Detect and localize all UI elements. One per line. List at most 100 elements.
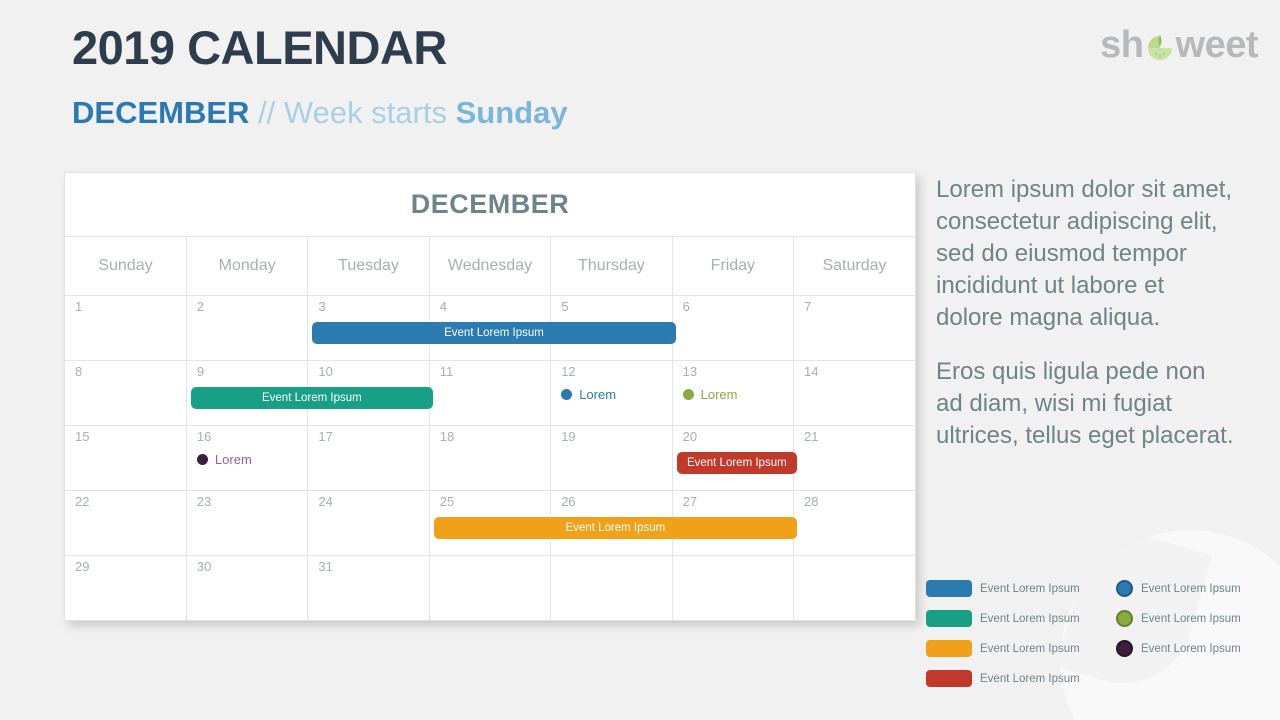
page-title: 2019 CALENDAR [72,21,447,74]
legend-label: Event Lorem Ipsum [980,582,1080,595]
legend-item-bar[interactable]: Event Lorem Ipsum [926,578,1102,599]
legend-item-bar[interactable]: Event Lorem Ipsum [926,608,1102,629]
day-number: 15 [75,428,90,444]
weekday-header-tuesday: Tuesday [307,237,430,296]
calendar-day-cell-31[interactable]: 31 [307,554,430,620]
calendar-day-cell-1[interactable]: 1 [65,294,187,360]
day-number: 14 [804,363,819,379]
calendar-day-cell-12[interactable]: 12 Lorem [550,359,673,425]
weekday-header-saturday: Saturday [793,237,915,296]
calendar-day-cell-18[interactable]: 18 [428,424,551,490]
day-number: 8 [75,363,83,379]
event-dot-label: Lorem [579,386,617,402]
event-bar-container: Event Lorem Ipsum [676,451,798,474]
calendar-day-cell-26[interactable]: 26 [550,489,673,555]
day-number: 11 [439,363,454,379]
day-number: 28 [804,493,819,509]
calendar-day-cell-19[interactable]: 19 [550,424,673,490]
calendar-day-cell-20[interactable]: 20 Event Lorem Ipsum [671,424,798,490]
calendar-day-cell-27[interactable]: 27 [671,489,794,555]
day-number: 30 [196,558,212,574]
calendar-day-cell-21[interactable]: 21 [793,424,915,490]
calendar-day-cell-empty [428,554,551,620]
subtitle-start-day: Sunday [455,95,568,130]
legend-bar-swatch-icon [926,580,972,597]
calendar-day-cell-empty [550,554,673,620]
legend-bar-swatch-icon [926,670,972,687]
legend-dot-swatch-icon [1116,640,1133,657]
day-number: 29 [75,558,90,574]
day-number: 22 [75,493,90,509]
calendar-day-cell-9[interactable]: 9 Event Lorem Ipsum [185,359,433,425]
calendar-week-row: 1 2 3 Event Lorem Ipsum 4 5 6 7 [65,294,915,360]
calendar-day-cell-23[interactable]: 23 [185,489,308,555]
legend: Event Lorem Ipsum Event Lorem Ipsum Event … [926,578,1266,689]
day-number: 18 [439,428,455,444]
day-number: 20 [682,428,698,444]
day-number: 1 [75,298,83,314]
legend-item-dot[interactable]: Event Lorem Ipsum [1116,578,1266,599]
event-dot-label: Lorem [700,386,738,402]
calendar-week-row: 29 30 31 [65,554,915,620]
brand-text-suffix: weet [1175,24,1259,66]
calendar-day-cell-22[interactable]: 22 [65,489,187,555]
calendar-day-cell-29[interactable]: 29 [65,554,187,620]
event-dot-container[interactable]: Lorem [561,387,616,402]
calendar-day-cell-6[interactable]: 6 [671,294,794,360]
calendar-day-cell-7[interactable]: 7 [793,294,915,360]
legend-item-bar[interactable]: Event Lorem Ipsum [926,638,1102,659]
calendar-week-row: 8 9 Event Lorem Ipsum 10 11 12 Lorem 13 Lorem 14 [65,359,915,425]
legend-item-dot[interactable]: Event Lorem Ipsum [1116,608,1266,629]
event-bar-evt-red-bar[interactable]: Event Lorem Ipsum [676,451,798,474]
description-paragraph-2: Eros quis ligula pede non ad diam, wisi … [936,358,1234,449]
weekday-header-thursday: Thursday [550,237,673,296]
calendar-card: DECEMBER Sunday Monday Tuesday Wednesday Thu… [64,172,916,621]
day-number: 27 [682,493,698,509]
event-dot-container[interactable]: Lorem [682,386,738,402]
legend-bar-swatch-icon [926,640,972,657]
weekday-header-monday: Monday [185,237,308,296]
calendar-day-cell-4[interactable]: 4 [428,294,551,360]
description-panel: Lorem ipsum dolor sit amet, consectetur … [936,174,1236,452]
legend-item-dot[interactable]: Event Lorem Ipsum [1116,638,1266,659]
calendar-day-cell-14[interactable]: 14 [793,359,915,425]
leaf-circle-icon [1145,32,1175,62]
event-dot-container[interactable]: Lorem [196,451,252,467]
calendar-day-cell-2[interactable]: 2 [185,294,308,360]
legend-label: Event Lorem Ipsum [1141,612,1241,625]
calendar-day-cell-3[interactable]: 3 Event Lorem Ipsum [307,294,676,360]
calendar-day-cell-17[interactable]: 17 [307,424,430,490]
brand-text-prefix: sh [1100,24,1144,66]
brand-logo: sh weet [1100,26,1258,64]
calendar-week-row: 15 16 Lorem 17 18 19 20 Event Lorem Ipsum 21 [65,424,915,490]
legend-bar-column: Event Lorem Ipsum Event Lorem Ipsum Event … [926,578,1102,689]
event-dot-label: Lorem [214,451,252,467]
calendar-day-cell-30[interactable]: 30 [185,554,308,620]
day-number: 3 [318,298,326,314]
day-number: 12 [561,363,576,379]
calendar-day-cell-25[interactable]: 25 Event Lorem Ipsum [428,489,798,555]
page-subtitle: DECEMBER // Week starts Sunday [72,94,568,131]
calendar-day-cell-16[interactable]: 16 Lorem [185,424,308,490]
calendar-day-cell-13[interactable]: 13 Lorem [671,359,794,425]
calendar-day-cell-5[interactable]: 5 [550,294,673,360]
day-number: 13 [682,363,698,379]
calendar-grid: Sunday Monday Tuesday Wednesday Thursday Frid… [65,237,915,620]
calendar-slide: 2019 CALENDAR DECEMBER // Week starts Su… [0,0,1280,720]
calendar-week-row: 22 23 24 25 Event Lorem Ipsum 26 27 28 [65,489,915,555]
day-number: 31 [318,558,333,574]
calendar-day-cell-10[interactable]: 10 [307,359,430,425]
calendar-day-cell-28[interactable]: 28 [793,489,915,555]
calendar-day-cell-8[interactable]: 8 [65,359,187,425]
legend-dot-swatch-icon [1116,610,1133,627]
legend-bar-swatch-icon [926,610,972,627]
calendar-day-cell-11[interactable]: 11 [428,359,551,425]
legend-label: Event Lorem Ipsum [980,672,1080,685]
legend-item-bar[interactable]: Event Lorem Ipsum [926,668,1102,689]
day-number: 17 [318,428,333,444]
calendar-day-cell-24[interactable]: 24 [307,489,430,555]
calendar-day-cell-15[interactable]: 15 [65,424,187,490]
legend-label: Event Lorem Ipsum [1141,582,1241,595]
day-number: 19 [561,428,576,444]
day-number: 21 [804,428,819,444]
